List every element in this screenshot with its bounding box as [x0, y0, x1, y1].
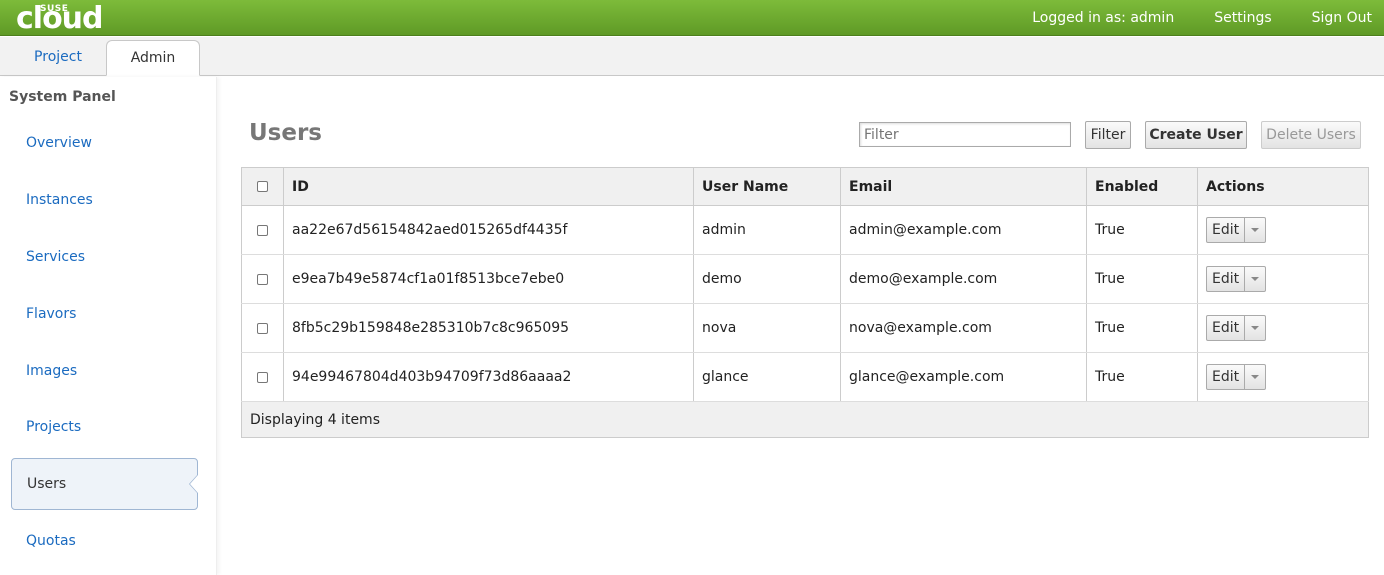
row-checkbox[interactable]	[257, 224, 268, 236]
sidebar-item-quotas[interactable]: Quotas	[11, 515, 198, 567]
sidebar-item-images[interactable]: Images	[11, 345, 198, 397]
row-checkbox[interactable]	[257, 322, 268, 334]
table-row: aa22e67d56154842aed015265df4435f admin a…	[241, 205, 1369, 255]
logo-cloud-text: cloud	[16, 1, 104, 36]
more-actions-dropdown-icon[interactable]	[1245, 217, 1267, 243]
more-actions-dropdown-icon[interactable]	[1245, 266, 1267, 292]
users-table: ID User Name Email Enabled Actions aa22e…	[241, 167, 1369, 438]
item-count: Displaying 4 items	[241, 401, 1369, 438]
sidebar-item-instances[interactable]: Instances	[11, 174, 198, 226]
user-enabled: True	[1086, 205, 1198, 255]
column-header-enabled[interactable]: Enabled	[1086, 167, 1198, 206]
settings-link[interactable]: Settings	[1214, 10, 1271, 26]
table-row: 8fb5c29b159848e285310b7c8c965095 nova no…	[241, 303, 1369, 353]
column-header-id[interactable]: ID	[283, 167, 694, 206]
row-select-cell	[241, 205, 284, 255]
user-id: 8fb5c29b159848e285310b7c8c965095	[283, 303, 694, 353]
sidebar-item-overview[interactable]: Overview	[11, 117, 198, 169]
user-enabled: True	[1086, 303, 1198, 353]
page-title: Users	[249, 120, 322, 146]
user-enabled: True	[1086, 352, 1198, 402]
column-header-email[interactable]: Email	[840, 167, 1087, 206]
row-actions: Edit	[1197, 352, 1369, 402]
column-header-user-name[interactable]: User Name	[693, 167, 841, 206]
filter-input[interactable]	[859, 122, 1071, 147]
table-row: 94e99467804d403b94709f73d86aaaa2 glance …	[241, 352, 1369, 402]
sidebar-title: System Panel	[9, 89, 116, 105]
row-select-cell	[241, 303, 284, 353]
sign-out-link[interactable]: Sign Out	[1312, 10, 1372, 26]
user-name: glance	[693, 352, 841, 402]
edit-button[interactable]: Edit	[1206, 315, 1246, 341]
sidebar-item-flavors[interactable]: Flavors	[11, 288, 198, 340]
user-id: e9ea7b49e5874cf1a01f8513bce7ebe0	[283, 254, 694, 304]
top-bar: SUSE cloud Logged in as: admin Settings …	[0, 0, 1384, 36]
edit-button[interactable]: Edit	[1206, 217, 1246, 243]
user-name: nova	[693, 303, 841, 353]
sidebar-item-users[interactable]: Users	[11, 458, 198, 510]
user-id: 94e99467804d403b94709f73d86aaaa2	[283, 352, 694, 402]
row-select-cell	[241, 254, 284, 304]
table-row: e9ea7b49e5874cf1a01f8513bce7ebe0 demo de…	[241, 254, 1369, 304]
create-user-button[interactable]: Create User	[1145, 121, 1247, 149]
select-all-checkbox[interactable]	[257, 181, 268, 192]
more-actions-dropdown-icon[interactable]	[1245, 364, 1267, 390]
user-id: aa22e67d56154842aed015265df4435f	[283, 205, 694, 255]
user-name: admin	[693, 205, 841, 255]
row-select-cell	[241, 352, 284, 402]
user-name: demo	[693, 254, 841, 304]
more-actions-dropdown-icon[interactable]	[1245, 315, 1267, 341]
tab-project[interactable]: Project	[18, 40, 98, 76]
user-email: glance@example.com	[840, 352, 1087, 402]
column-header-actions: Actions	[1197, 167, 1369, 206]
table-footer-row: Displaying 4 items	[241, 401, 1369, 438]
row-actions: Edit	[1197, 303, 1369, 353]
sidebar-item-projects[interactable]: Projects	[11, 401, 198, 453]
filter-button[interactable]: Filter	[1085, 121, 1131, 149]
user-enabled: True	[1086, 254, 1198, 304]
dashboard-tabs: Project Admin	[0, 37, 1384, 76]
row-checkbox[interactable]	[257, 273, 268, 285]
tab-admin[interactable]: Admin	[106, 40, 200, 76]
edit-button[interactable]: Edit	[1206, 266, 1246, 292]
row-checkbox[interactable]	[257, 371, 268, 383]
select-all-cell	[241, 167, 284, 206]
edit-button[interactable]: Edit	[1206, 364, 1246, 390]
user-email: admin@example.com	[840, 205, 1087, 255]
sidebar-item-services[interactable]: Services	[11, 231, 198, 283]
user-email: nova@example.com	[840, 303, 1087, 353]
delete-users-button[interactable]: Delete Users	[1261, 121, 1361, 149]
sidebar: System Panel Overview Instances Services…	[0, 77, 217, 575]
user-email: demo@example.com	[840, 254, 1087, 304]
row-actions: Edit	[1197, 254, 1369, 304]
row-actions: Edit	[1197, 205, 1369, 255]
user-menu: Logged in as: admin Settings Sign Out	[992, 0, 1372, 36]
table-header-row: ID User Name Email Enabled Actions	[241, 167, 1369, 206]
logged-in-label: Logged in as: admin	[1032, 10, 1175, 26]
